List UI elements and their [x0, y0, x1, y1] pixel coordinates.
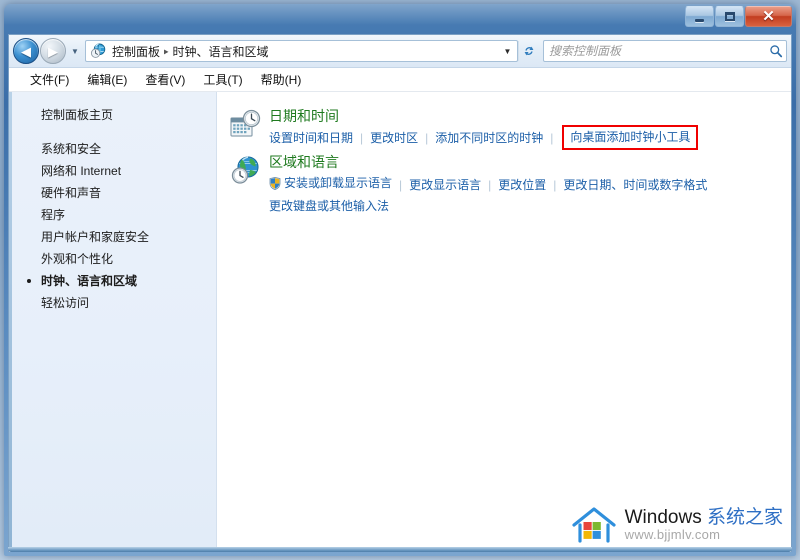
sidebar-item-clock-language-and-region[interactable]: 时钟、语言和区域 [9, 270, 216, 292]
link-label: 安装或卸载显示语言 [284, 176, 393, 190]
address-toolbar: ◀ ▶ ▼ 控制面板 ▸ 时钟、语言和区域 ▼ 搜索控制面板 [9, 35, 791, 68]
sidebar-item-network-and-internet[interactable]: 网络和 Internet [9, 160, 216, 182]
link-separator: | [488, 177, 492, 192]
link-add-clocks-for-different-time-zones[interactable]: 添加不同时区的时钟 [435, 128, 543, 148]
watermark: Windows 系统之家 www.bjjmlv.com [571, 505, 783, 545]
forward-arrow-icon: ▶ [48, 43, 58, 59]
link-separator: | [553, 177, 557, 192]
search-box[interactable] [543, 40, 787, 62]
sidebar-item-control-panel-home[interactable]: 控制面板主页 [9, 104, 216, 125]
window-titlebar[interactable]: ✕ [4, 4, 796, 34]
watermark-text: Windows 系统之家 www.bjjmlv.com [625, 508, 783, 542]
refresh-button[interactable] [518, 41, 539, 61]
address-dropdown-button[interactable]: ▼ [500, 41, 515, 61]
sidebar-item-ease-of-access[interactable]: 轻松访问 [9, 292, 216, 314]
link-change-keyboards-or-other-input-methods[interactable]: 更改键盘或其他输入法 [269, 196, 389, 216]
content-split: 控制面板主页 系统和安全 网络和 Internet 硬件和声音 程序 用户帐户和… [9, 92, 791, 551]
control-panel-window: ✕ ◀ ▶ ▼ 控制面板 ▸ 时钟、语言和区域 ▼ 搜索控制面板 文件(F) 编… [4, 4, 796, 556]
menu-help[interactable]: 帮助(H) [252, 69, 311, 90]
sidebar-item-hardware-and-sound[interactable]: 硬件和声音 [9, 182, 216, 204]
windows-house-logo-icon [572, 507, 616, 543]
chevron-down-icon: ▼ [71, 46, 79, 56]
forward-button[interactable]: ▶ [40, 38, 66, 64]
watermark-brand-cn: 系统之家 [706, 507, 783, 529]
link-add-clock-gadget-to-desktop[interactable]: 向桌面添加时钟小工具 [562, 125, 699, 150]
link-change-time-zone[interactable]: 更改时区 [370, 128, 418, 148]
recent-pages-button[interactable]: ▼ [68, 39, 82, 63]
address-bar[interactable]: 控制面板 ▸ 时钟、语言和区域 ▼ [85, 40, 518, 62]
maximize-button[interactable] [715, 6, 744, 27]
watermark-brand-en: Windows [624, 507, 707, 529]
minimize-icon [695, 18, 704, 22]
category-links-region-and-language: 安装或卸载显示语言 | 更改显示语言 | 更改位置 | 更改日期、时间或数字格式 [269, 173, 791, 196]
window-client-area: ◀ ▶ ▼ 控制面板 ▸ 时钟、语言和区域 ▼ 搜索控制面板 文件(F) 编辑(… [8, 34, 792, 552]
uac-shield-icon [269, 176, 281, 195]
calendar-clock-icon [229, 106, 269, 148]
breadcrumb-separator-icon[interactable]: ▸ [163, 45, 170, 57]
menu-edit[interactable]: 编辑(E) [78, 69, 136, 90]
menu-bar: 文件(F) 编辑(E) 查看(V) 工具(T) 帮助(H) [9, 68, 791, 92]
control-panel-icon [90, 43, 106, 58]
category-body: 区域和语言 安装或卸载显示语言 | 更改显示语言 | 更改位置 | 更改日期、时… [269, 152, 791, 216]
maximize-icon [724, 12, 735, 21]
category-title-region-and-language[interactable]: 区域和语言 [269, 153, 339, 171]
back-button[interactable]: ◀ [13, 38, 39, 64]
link-change-date-time-or-number-formats[interactable]: 更改日期、时间或数字格式 [563, 175, 707, 195]
sidebar-item-user-accounts-and-family-safety[interactable]: 用户帐户和家庭安全 [9, 226, 216, 248]
category-body: 日期和时间 设置时间和日期 | 更改时区 | 添加不同时区的时钟 | 向桌面添加… [269, 106, 791, 150]
main-content: 日期和时间 设置时间和日期 | 更改时区 | 添加不同时区的时钟 | 向桌面添加… [217, 92, 791, 551]
minimize-button[interactable] [685, 6, 714, 27]
sidebar-item-system-and-security[interactable]: 系统和安全 [9, 138, 216, 160]
watermark-url: www.bjjmlv.com [624, 527, 721, 543]
sidebar-item-appearance-and-personalization[interactable]: 外观和个性化 [9, 248, 216, 270]
link-separator: | [550, 130, 554, 145]
watermark-brand: Windows 系统之家 [625, 508, 783, 528]
breadcrumb-item-clock-language-region[interactable]: 时钟、语言和区域 [170, 42, 272, 61]
link-separator: | [360, 130, 364, 145]
back-arrow-icon: ◀ [21, 43, 31, 59]
link-install-or-uninstall-display-languages[interactable]: 安装或卸载显示语言 [269, 173, 392, 196]
category-date-and-time: 日期和时间 设置时间和日期 | 更改时区 | 添加不同时区的时钟 | 向桌面添加… [229, 106, 791, 150]
link-change-location[interactable]: 更改位置 [498, 175, 546, 195]
sidebar-item-programs[interactable]: 程序 [9, 204, 216, 226]
menu-view[interactable]: 查看(V) [136, 69, 194, 90]
close-button[interactable]: ✕ [745, 6, 792, 27]
breadcrumb-item-control-panel[interactable]: 控制面板 [109, 42, 163, 61]
menu-tools[interactable]: 工具(T) [194, 69, 251, 90]
link-change-display-language[interactable]: 更改显示语言 [409, 175, 481, 195]
window-bottom-border [8, 547, 792, 552]
category-title-date-and-time[interactable]: 日期和时间 [269, 107, 339, 125]
link-separator: | [425, 130, 429, 145]
category-region-and-language: 区域和语言 安装或卸载显示语言 | 更改显示语言 | 更改位置 | 更改日期、时… [229, 152, 791, 216]
sidebar: 控制面板主页 系统和安全 网络和 Internet 硬件和声音 程序 用户帐户和… [9, 92, 217, 551]
refresh-icon [524, 46, 534, 56]
category-links-date-and-time: 设置时间和日期 | 更改时区 | 添加不同时区的时钟 | 向桌面添加时钟小工具 [269, 125, 791, 150]
search-input[interactable] [544, 44, 766, 58]
globe-clock-icon [229, 152, 269, 216]
window-controls: ✕ [685, 6, 792, 27]
link-separator: | [399, 177, 403, 192]
close-icon: ✕ [762, 8, 775, 25]
link-set-time-and-date[interactable]: 设置时间和日期 [269, 128, 353, 148]
menu-file[interactable]: 文件(F) [21, 69, 78, 90]
search-icon[interactable] [766, 44, 786, 58]
category-sublinks-region-and-language: 更改键盘或其他输入法 [269, 196, 791, 216]
chevron-down-icon: ▼ [503, 46, 512, 56]
